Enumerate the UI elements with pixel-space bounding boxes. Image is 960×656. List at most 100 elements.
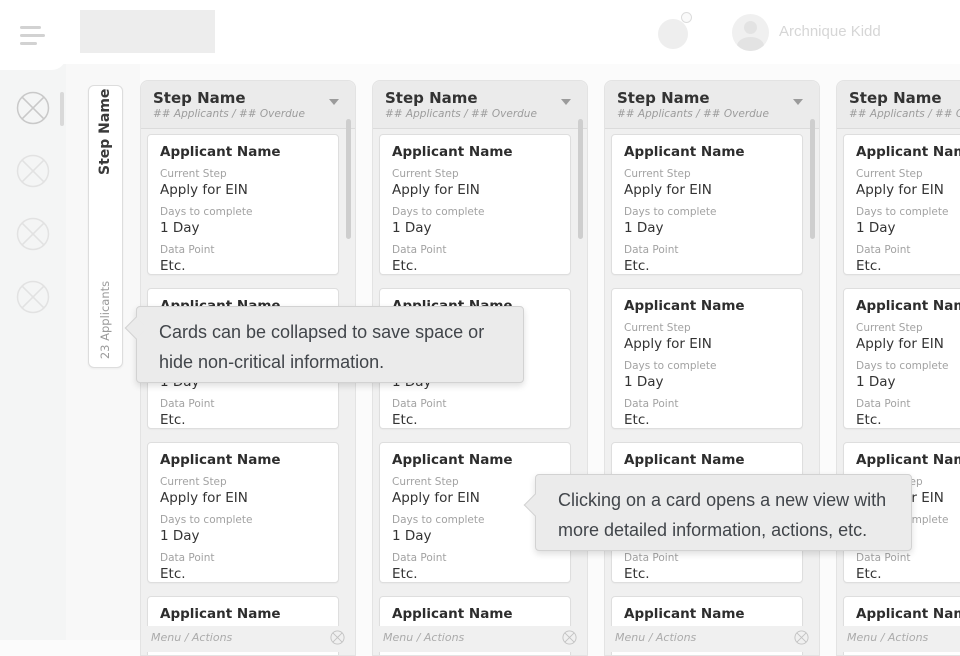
- column-footer-label: Menu / Actions: [383, 631, 464, 644]
- column-footer-menu[interactable]: Menu / Actions: [141, 626, 355, 652]
- card-field-label: Data Point: [856, 398, 960, 410]
- column-header[interactable]: Step Name## Applicants / ## Overdue: [141, 81, 355, 129]
- card-field-label: Days to complete: [856, 206, 960, 218]
- card-field-value: Apply for EIN: [392, 182, 558, 198]
- collapsed-column-count: 23 Applicants: [98, 275, 112, 365]
- tooltip-card-click-hint: Clicking on a card opens a new view with…: [535, 474, 912, 551]
- card-field-label: Data Point: [624, 244, 790, 256]
- column-card-list: Applicant Name Current Step Apply for EIN D…: [379, 134, 571, 656]
- chevron-down-icon[interactable]: [561, 99, 571, 105]
- applicant-name: Applicant Name: [392, 452, 558, 468]
- card-field-value: Etc.: [624, 412, 790, 428]
- card-field-value: Etc.: [160, 566, 326, 582]
- notification-badge: [681, 12, 692, 23]
- card-field-label: Data Point: [392, 244, 558, 256]
- circle-x-icon[interactable]: [562, 630, 577, 645]
- card-field-label: Data Point: [856, 552, 960, 564]
- applicant-card[interactable]: Applicant Name Current Step Apply for EIN D…: [843, 288, 960, 429]
- card-field-label: Current Step: [392, 476, 558, 488]
- applicant-name: Applicant Name: [624, 298, 790, 314]
- card-field-value: Apply for EIN: [624, 336, 790, 352]
- column-card-list: Applicant Name Current Step Apply for EIN D…: [147, 134, 339, 656]
- card-field-label: Days to complete: [392, 206, 558, 218]
- column-header[interactable]: Step Name## Applicants / ## Overdue: [837, 81, 960, 129]
- card-field-value: Apply for EIN: [160, 490, 326, 506]
- column-header[interactable]: Step Name## Applicants / ## Overdue: [605, 81, 819, 129]
- person-icon: [737, 37, 764, 51]
- card-field-label: Current Step: [160, 476, 326, 488]
- column-footer-label: Menu / Actions: [847, 631, 928, 644]
- column-subtitle: ## Applicants / ## Overdue: [849, 108, 960, 120]
- card-field-value: 1 Day: [624, 220, 790, 236]
- circle-x-icon[interactable]: [330, 630, 345, 645]
- card-field-label: Current Step: [856, 322, 960, 334]
- card-field-value: Apply for EIN: [624, 182, 790, 198]
- hamburger-menu-icon[interactable]: [20, 24, 48, 46]
- card-field-label: Days to complete: [160, 514, 326, 526]
- tooltip-text: Cards can be collapsed to save space or …: [159, 322, 484, 372]
- card-field-label: Data Point: [856, 244, 960, 256]
- card-field-value: Etc.: [160, 258, 326, 274]
- column-footer-menu[interactable]: Menu / Actions: [605, 626, 819, 652]
- card-field-value: Etc.: [160, 412, 326, 428]
- applicant-name: Applicant Name: [160, 144, 326, 160]
- kanban-column: Step Name## Applicants / ## Overdue Appli…: [836, 80, 960, 656]
- column-scrollbar[interactable]: [346, 119, 351, 239]
- applicant-name: Applicant Name: [856, 298, 960, 314]
- card-field-value: 1 Day: [392, 220, 558, 236]
- card-field-label: Data Point: [624, 552, 790, 564]
- applicant-card[interactable]: Applicant Name Current Step Apply for EIN D…: [147, 442, 339, 583]
- applicant-name: Applicant Name: [624, 452, 790, 468]
- card-field-label: Current Step: [624, 322, 790, 334]
- applicant-name: Applicant Name: [160, 452, 326, 468]
- tooltip-collapse-hint: Cards can be collapsed to save space or …: [136, 306, 524, 383]
- applicant-name: Applicant Name: [392, 606, 558, 622]
- card-field-value: 1 Day: [624, 374, 790, 390]
- column-scrollbar[interactable]: [810, 119, 815, 239]
- applicant-card[interactable]: Applicant Name Current Step Apply for EIN D…: [379, 134, 571, 275]
- hamburger-bar: [20, 34, 45, 37]
- card-field-value: 1 Day: [856, 374, 960, 390]
- column-footer-label: Menu / Actions: [151, 631, 232, 644]
- column-card-list: Applicant Name Current Step Apply for EIN D…: [611, 134, 803, 656]
- column-footer-menu[interactable]: Menu / Actions: [837, 626, 960, 652]
- circle-x-icon[interactable]: [794, 630, 809, 645]
- card-field-value: 1 Day: [856, 220, 960, 236]
- column-header[interactable]: Step Name## Applicants / ## Overdue: [373, 81, 587, 129]
- applicant-name: Applicant Name: [856, 452, 960, 468]
- chevron-down-icon[interactable]: [329, 99, 339, 105]
- card-field-label: Data Point: [160, 398, 326, 410]
- card-field-value: Etc.: [856, 258, 960, 274]
- card-field-label: Current Step: [624, 168, 790, 180]
- card-field-value: Apply for EIN: [856, 336, 960, 352]
- applicant-card[interactable]: Applicant NameCurrent StepApply for EIND…: [843, 134, 960, 275]
- card-field-value: Apply for EIN: [856, 182, 960, 198]
- logo-placeholder: [80, 10, 215, 53]
- column-subtitle: ## Applicants / ## Overdue: [385, 108, 575, 120]
- card-field-value: 1 Day: [160, 528, 326, 544]
- card-field-value: Etc.: [392, 258, 558, 274]
- column-footer-menu[interactable]: Menu / Actions: [373, 626, 587, 652]
- card-field-value: Etc.: [392, 412, 558, 428]
- card-field-label: Data Point: [392, 552, 558, 564]
- hamburger-bar: [20, 42, 37, 45]
- applicant-name: Applicant Name: [856, 606, 960, 622]
- card-field-label: Current Step: [392, 168, 558, 180]
- card-field-value: Etc.: [856, 566, 960, 582]
- applicant-card[interactable]: Applicant Name Current Step Apply for EIN D…: [611, 288, 803, 429]
- card-field-label: Days to complete: [160, 206, 326, 218]
- column-subtitle: ## Applicants / ## Overdue: [153, 108, 343, 120]
- card-field-label: Data Point: [624, 398, 790, 410]
- avatar[interactable]: [732, 14, 769, 51]
- applicant-card[interactable]: Applicant NameCurrent StepApply for EIND…: [147, 134, 339, 275]
- column-scrollbar[interactable]: [578, 119, 583, 239]
- collapsed-column-title[interactable]: Step Name: [97, 95, 113, 175]
- applicant-name: Applicant Name: [856, 144, 960, 160]
- applicant-name: Applicant Name: [392, 144, 558, 160]
- column-card-list: Applicant Name Current Step Apply for EIN D…: [843, 134, 960, 656]
- user-name[interactable]: Archnique Kidd: [779, 23, 881, 40]
- card-field-label: Days to complete: [856, 360, 960, 372]
- applicant-card[interactable]: Applicant NameCurrent StepApply for EIND…: [611, 134, 803, 275]
- chevron-down-icon[interactable]: [793, 99, 803, 105]
- bell-icon[interactable]: [658, 19, 688, 49]
